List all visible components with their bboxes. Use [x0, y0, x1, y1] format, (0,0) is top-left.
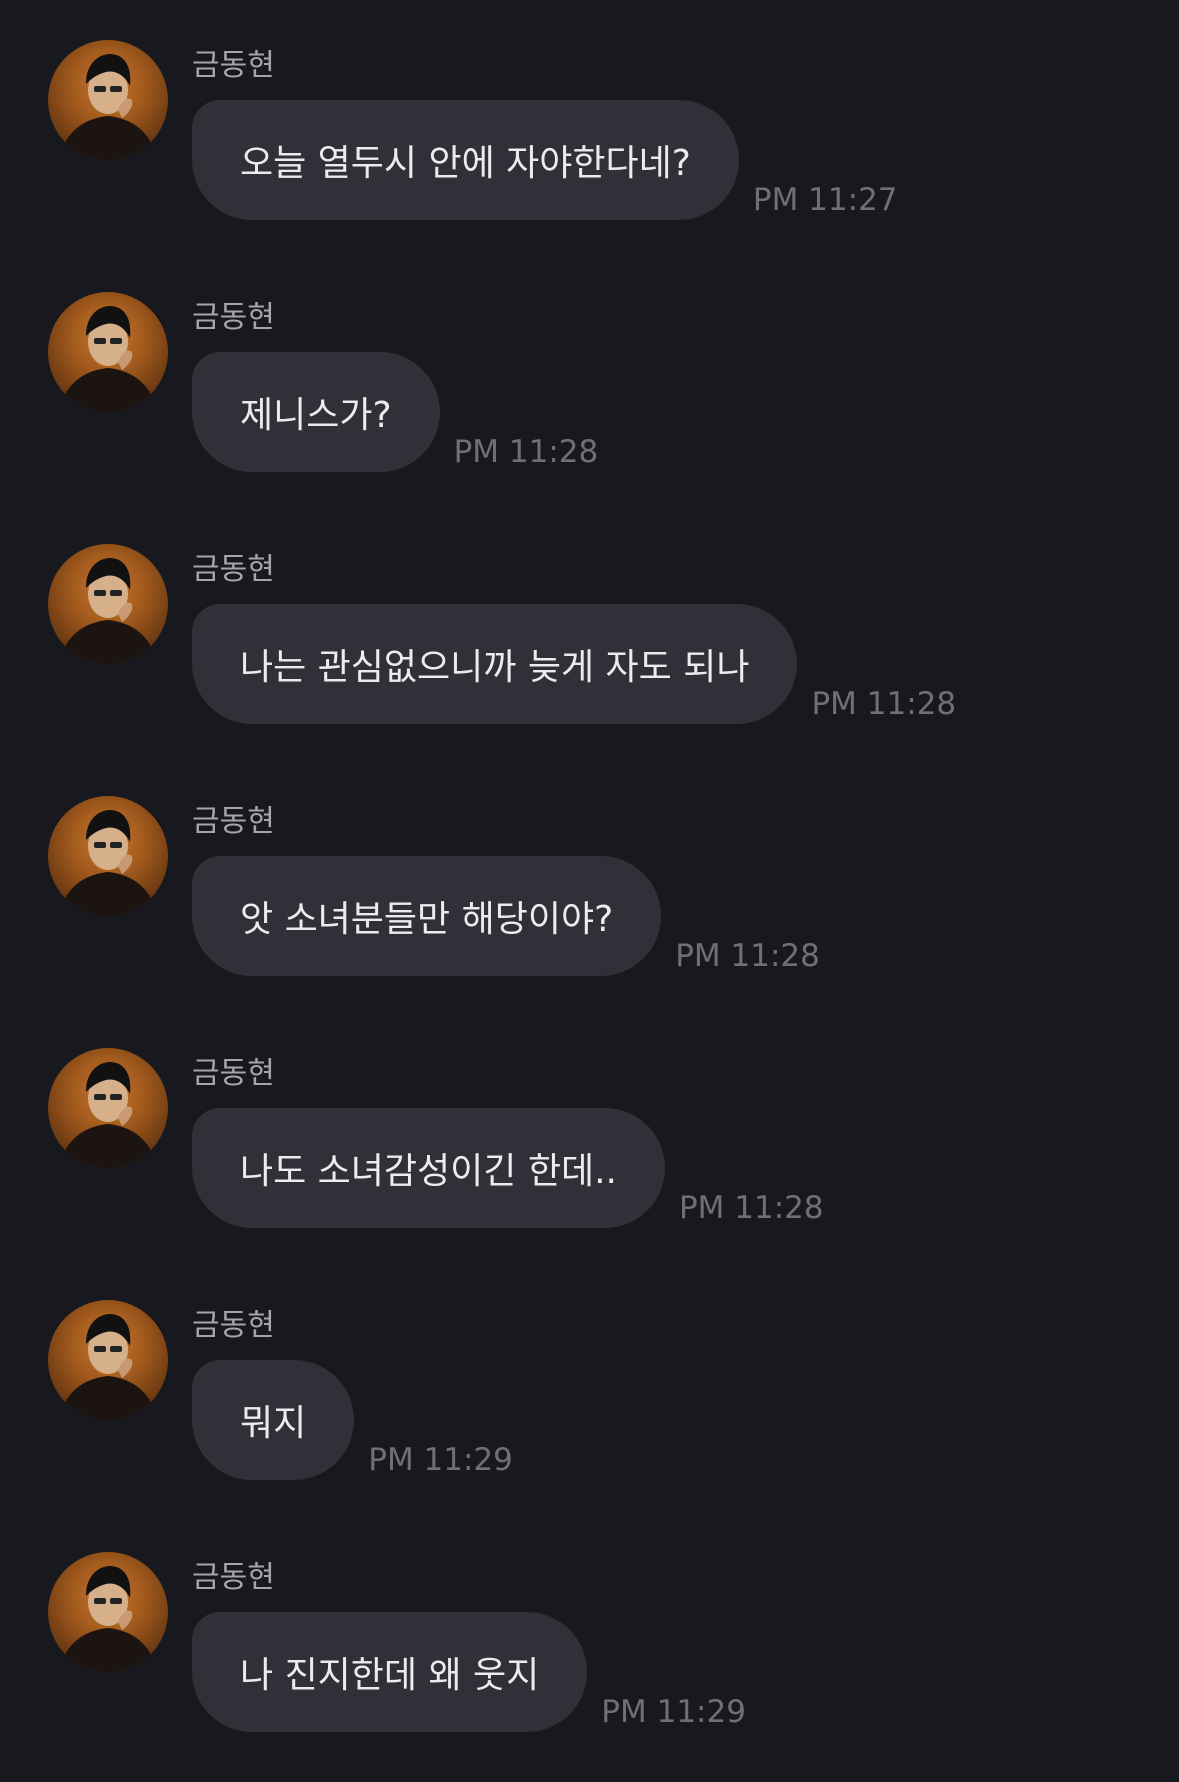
sender-avatar[interactable]	[48, 40, 168, 160]
message-bubble[interactable]: 나는 관심없으니까 늦게 자도 되나	[192, 604, 798, 724]
sender-name: 금동현	[192, 48, 275, 83]
message-bubble[interactable]: 제니스가?	[192, 352, 440, 472]
sender-name: 금동현	[192, 552, 275, 587]
message-item: 금동현 나는 관심없으니까 늦게 자도 되나 PM 11:28	[0, 544, 1179, 774]
message-item: 금동현 나도 소녀감성이긴 한데.. PM 11:28	[0, 1048, 1179, 1278]
sender-avatar[interactable]	[48, 1300, 168, 1420]
chat-message-list[interactable]: 금동현 오늘 열두시 안에 자야한다네? PM 11:27 금동현 제니스가? …	[0, 0, 1179, 1777]
message-bubble[interactable]: 나 진지한데 왜 웃지	[192, 1612, 588, 1732]
sender-name: 금동현	[192, 1308, 275, 1343]
message-bubble[interactable]: 앗 소녀분들만 해당이야?	[192, 856, 662, 976]
message-item: 금동현 제니스가? PM 11:28	[0, 292, 1179, 522]
sender-name: 금동현	[192, 1560, 275, 1595]
message-timestamp: PM 11:28	[811, 686, 957, 722]
sender-avatar[interactable]	[48, 544, 168, 664]
message-bubble[interactable]: 뭐지	[192, 1360, 355, 1480]
sender-avatar[interactable]	[48, 796, 168, 916]
message-item: 금동현 앗 소녀분들만 해당이야? PM 11:28	[0, 796, 1179, 1026]
message-item: 금동현 나 진지한데 왜 웃지 PM 11:29	[0, 1552, 1179, 1782]
message-timestamp: PM 11:28	[675, 938, 820, 974]
sender-avatar[interactable]	[48, 1048, 168, 1168]
sender-name: 금동현	[192, 1056, 275, 1091]
message-bubble[interactable]: 나도 소녀감성이긴 한데..	[192, 1108, 665, 1228]
message-timestamp: PM 11:29	[368, 1442, 513, 1478]
message-item: 금동현 뭐지 PM 11:29	[0, 1300, 1179, 1530]
message-timestamp: PM 11:28	[453, 434, 599, 470]
message-timestamp: PM 11:28	[678, 1190, 824, 1226]
message-timestamp: PM 11:27	[752, 182, 898, 218]
sender-name: 금동현	[192, 804, 275, 839]
sender-avatar[interactable]	[48, 1552, 168, 1672]
message-bubble[interactable]: 오늘 열두시 안에 자야한다네?	[192, 100, 739, 220]
message-item: 금동현 오늘 열두시 안에 자야한다네? PM 11:27	[0, 40, 1179, 270]
sender-name: 금동현	[192, 300, 275, 335]
sender-avatar[interactable]	[48, 292, 168, 412]
message-timestamp: PM 11:29	[601, 1694, 746, 1730]
